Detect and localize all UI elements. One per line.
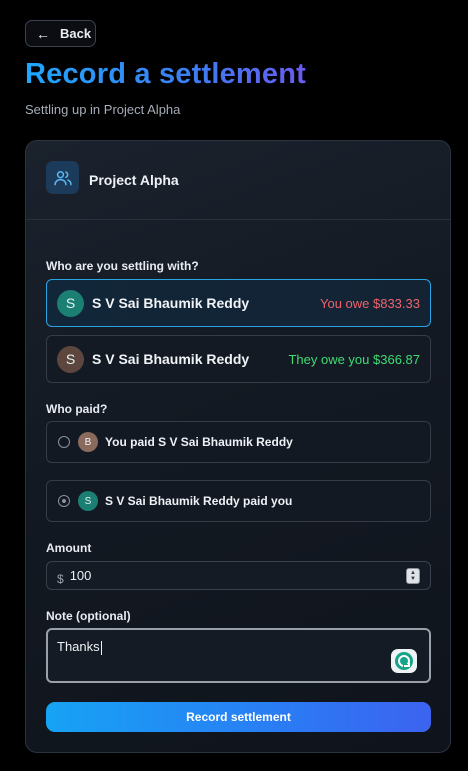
arrow-left-icon: ← (36, 25, 50, 42)
project-name: Project Alpha (89, 172, 179, 188)
option-you-paid[interactable]: B You paid S V Sai Bhaumik Reddy (46, 421, 431, 463)
settlement-card: Project Alpha Who are you settling with?… (25, 140, 451, 753)
avatar: S (78, 491, 98, 511)
note-label: Note (optional) (46, 609, 131, 623)
note-textarea[interactable]: Thanks (46, 628, 431, 683)
person-option-they-owe[interactable]: S S V Sai Bhaumik Reddy They owe you $36… (46, 335, 431, 383)
person-option-you-owe[interactable]: S S V Sai Bhaumik Reddy You owe $833.33 (46, 279, 431, 327)
number-stepper[interactable]: ▲ ▼ (406, 568, 420, 584)
avatar: B (78, 432, 98, 452)
radio-button[interactable] (58, 436, 70, 448)
record-settlement-button[interactable]: Record settlement (46, 702, 431, 732)
amount-field: $ ▲ ▼ (46, 561, 431, 590)
back-button-label: Back (60, 26, 92, 41)
note-text: Thanks (57, 639, 100, 654)
dollar-icon: $ (57, 572, 64, 586)
avatar: S (57, 289, 84, 317)
amount-label: Amount (46, 541, 92, 555)
card-header: Project Alpha (26, 141, 450, 220)
chevron-down-icon[interactable]: ▼ (410, 576, 416, 582)
who-paid-label: Who paid? (46, 402, 108, 416)
grammar-assistant-icon[interactable] (391, 649, 417, 673)
back-button[interactable]: ← Back (25, 20, 96, 47)
option-label: You paid S V Sai Bhaumik Reddy (105, 435, 293, 449)
option-label: S V Sai Bhaumik Reddy paid you (105, 494, 293, 508)
users-icon (46, 161, 79, 194)
person-name: S V Sai Bhaumik Reddy (92, 295, 250, 311)
option-they-paid[interactable]: S S V Sai Bhaumik Reddy paid you (46, 480, 431, 522)
page-subtitle: Settling up in Project Alpha (25, 102, 181, 117)
page-title: Record a settlement (25, 58, 306, 90)
radio-button[interactable] (58, 495, 70, 507)
amount-input[interactable] (69, 568, 370, 583)
settle-with-label: Who are you settling with? (46, 259, 199, 273)
balance-owed: They owe you $366.87 (288, 351, 420, 367)
person-name: S V Sai Bhaumik Reddy (92, 351, 250, 367)
balance-owe: You owe $833.33 (319, 295, 420, 311)
avatar: S (57, 345, 84, 373)
